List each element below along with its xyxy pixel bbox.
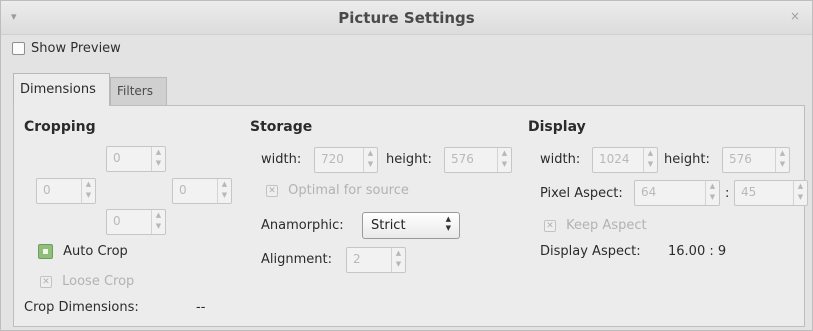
- storage-heading: Storage: [250, 119, 313, 135]
- cropping-heading: Cropping: [24, 119, 96, 135]
- display-height-value: 576: [729, 152, 752, 166]
- crop-top-value: 0: [113, 151, 121, 165]
- show-preview-checkbox[interactable]: [12, 42, 25, 55]
- spin-arrows-icon[interactable]: ▲ ▼: [81, 179, 95, 203]
- spin-arrows-icon[interactable]: ▲ ▼: [151, 210, 165, 234]
- alignment-spinner[interactable]: 2 ▲ ▼: [346, 247, 406, 273]
- display-heading: Display: [528, 119, 586, 135]
- storage-height-value: 576: [451, 152, 474, 166]
- crop-left-spinner[interactable]: 0 ▲ ▼: [36, 178, 96, 204]
- window-title: Picture Settings: [338, 9, 475, 27]
- spin-arrows-icon[interactable]: ▲ ▼: [151, 147, 165, 171]
- auto-crop-label: Auto Crop: [63, 244, 128, 259]
- keep-aspect-toggle: ✕ Keep Aspect: [544, 218, 647, 233]
- alignment-value: 2: [353, 252, 361, 266]
- combo-arrows-icon: ▲ ▼: [445, 215, 451, 232]
- spin-arrows-icon[interactable]: ▲ ▼: [705, 181, 719, 205]
- display-aspect-value: 16.00 : 9: [668, 244, 727, 259]
- storage-width-value: 720: [321, 152, 344, 166]
- optimal-for-source-checkbox: ✕: [266, 184, 278, 197]
- show-preview-toggle[interactable]: Show Preview: [12, 41, 121, 56]
- storage-height-spinner[interactable]: 576 ▲ ▼: [444, 147, 512, 173]
- keep-aspect-label: Keep Aspect: [566, 218, 647, 233]
- tab-dimensions[interactable]: Dimensions: [13, 73, 110, 106]
- pixel-aspect-den-value: 45: [741, 185, 757, 199]
- spin-arrows-icon[interactable]: ▲ ▼: [217, 179, 231, 203]
- crop-bottom-value: 0: [113, 214, 121, 228]
- spin-arrows-icon[interactable]: ▲ ▼: [497, 148, 511, 172]
- close-icon[interactable]: ×: [790, 9, 800, 23]
- display-height-spinner[interactable]: 576 ▲ ▼: [722, 147, 790, 173]
- dimensions-panel: Cropping 0 ▲ ▼ 0 ▲ ▼ 0 ▲ ▼ 0 ▲ ▼ Auto Crop ✕…: [13, 105, 808, 327]
- loose-crop-toggle: ✕ Loose Crop: [40, 274, 134, 289]
- optimal-for-source-toggle: ✕ Optimal for source: [266, 183, 409, 198]
- title-bar: ▾ Picture Settings ×: [1, 1, 812, 35]
- display-width-spinner[interactable]: 1024 ▲ ▼: [592, 147, 658, 173]
- crop-left-value: 0: [43, 183, 51, 197]
- pixel-aspect-num-value: 64: [641, 185, 657, 199]
- crop-bottom-spinner[interactable]: 0 ▲ ▼: [106, 209, 166, 235]
- display-width-label: width:: [540, 152, 581, 167]
- crop-dimensions-value: --: [196, 300, 206, 315]
- crop-dimensions-label: Crop Dimensions:: [24, 300, 139, 315]
- pixel-aspect-num-spinner[interactable]: 64 ▲ ▼: [634, 180, 720, 206]
- crop-top-spinner[interactable]: 0 ▲ ▼: [106, 146, 166, 172]
- pixel-aspect-den-spinner[interactable]: 45 ▲ ▼: [734, 180, 808, 206]
- crop-right-value: 0: [179, 183, 187, 197]
- spin-arrows-icon[interactable]: ▲ ▼: [363, 148, 377, 172]
- loose-crop-label: Loose Crop: [62, 274, 135, 289]
- storage-width-label: width:: [261, 152, 302, 167]
- anamorphic-value: Strict: [371, 218, 406, 233]
- auto-crop-checkbox[interactable]: [38, 244, 53, 259]
- pixel-aspect-separator: :: [725, 186, 730, 201]
- picture-settings-window: ▾ Picture Settings × Show Preview Dimens…: [0, 0, 813, 331]
- display-height-label: height:: [664, 152, 710, 167]
- optimal-for-source-label: Optimal for source: [288, 183, 409, 198]
- alignment-label: Alignment:: [261, 252, 332, 267]
- spin-arrows-icon[interactable]: ▲ ▼: [793, 181, 807, 205]
- loose-crop-checkbox: ✕: [40, 275, 52, 288]
- auto-crop-toggle[interactable]: Auto Crop: [38, 244, 128, 259]
- storage-height-label: height:: [386, 152, 432, 167]
- crop-right-spinner[interactable]: 0 ▲ ▼: [172, 178, 232, 204]
- anamorphic-combo[interactable]: Strict ▲ ▼: [362, 212, 460, 239]
- tab-filters[interactable]: Filters: [110, 77, 167, 105]
- pixel-aspect-label: Pixel Aspect:: [540, 186, 623, 201]
- keep-aspect-checkbox: ✕: [544, 219, 556, 232]
- spin-arrows-icon[interactable]: ▲ ▼: [643, 148, 657, 172]
- storage-width-spinner[interactable]: 720 ▲ ▼: [314, 147, 378, 173]
- spin-arrows-icon[interactable]: ▲ ▼: [775, 148, 789, 172]
- anamorphic-label: Anamorphic:: [261, 218, 344, 233]
- display-aspect-label: Display Aspect:: [540, 244, 641, 259]
- display-width-value: 1024: [599, 152, 630, 166]
- spin-arrows-icon[interactable]: ▲ ▼: [391, 248, 405, 272]
- show-preview-label: Show Preview: [31, 41, 121, 56]
